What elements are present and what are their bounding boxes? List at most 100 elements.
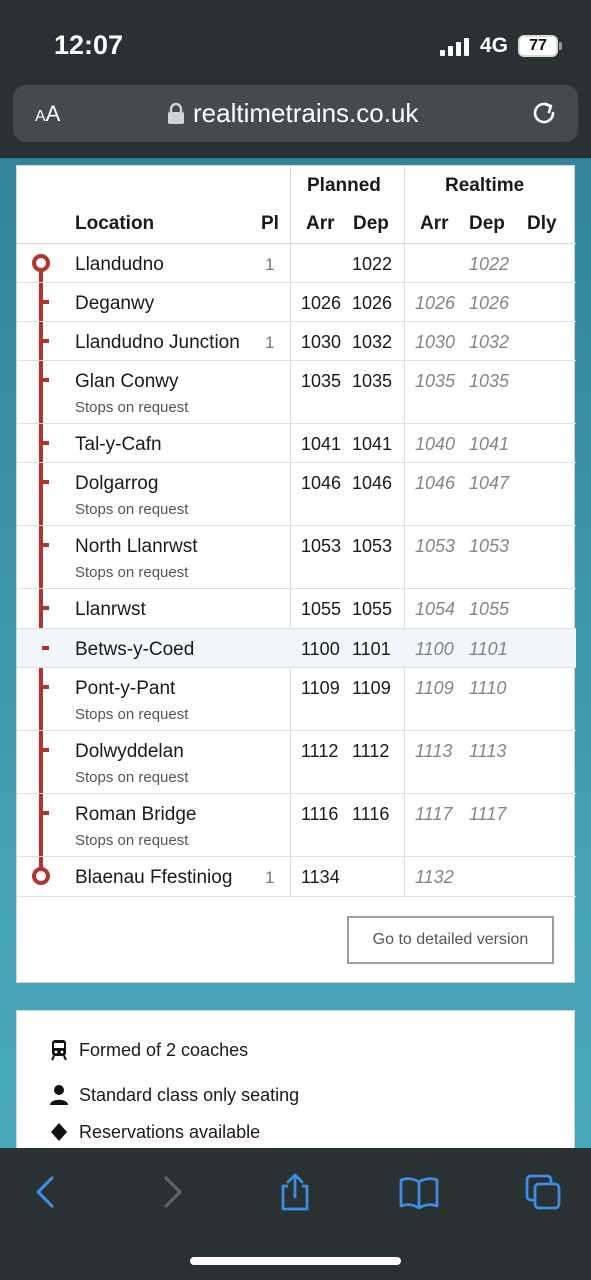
stop-row[interactable]: Deganwy 1026 1026 1026 1026 bbox=[17, 283, 576, 322]
diamond-icon bbox=[51, 1123, 67, 1141]
stop-name[interactable]: Dolgarrog bbox=[75, 473, 158, 495]
realtime-departure: 1053 bbox=[469, 536, 510, 556]
service-info-card: Formed of 2 coaches Standard class only … bbox=[16, 1010, 575, 1150]
stop-tick bbox=[42, 300, 49, 304]
network-label: 4G bbox=[480, 34, 509, 57]
stop-name[interactable]: Glan Conwy bbox=[75, 371, 179, 393]
planned-departure: 1026 bbox=[352, 293, 393, 313]
stop-name[interactable]: Pont-y-Pant bbox=[75, 678, 175, 700]
stop-note: Stops on request bbox=[75, 564, 189, 581]
stop-row[interactable]: Tal-y-Cafn 1041 1041 1040 1041 bbox=[17, 424, 576, 463]
planned-arrival: 1112 bbox=[301, 741, 339, 761]
realtime-arrival: 1054 bbox=[415, 599, 456, 619]
stop-name[interactable]: Llandudno Junction bbox=[75, 332, 240, 354]
planned-arrival: 1030 bbox=[301, 332, 342, 352]
reservations-text: Reservations available bbox=[79, 1121, 261, 1142]
realtime-departure: 1035 bbox=[469, 371, 510, 391]
destination-marker bbox=[32, 867, 50, 885]
col-realtime-arr: Arr bbox=[420, 213, 449, 234]
stop-name[interactable]: Roman Bridge bbox=[75, 804, 196, 826]
realtime-arrival: 1132 bbox=[415, 867, 454, 887]
signal-icon bbox=[440, 38, 472, 56]
planned-arrival: 1035 bbox=[301, 371, 342, 391]
planned-departure: 1112 bbox=[352, 741, 390, 761]
stop-name[interactable]: North Llanrwst bbox=[75, 536, 198, 558]
stop-name[interactable]: Tal-y-Cafn bbox=[75, 434, 162, 456]
realtime-arrival: 1026 bbox=[415, 293, 456, 313]
col-planned-arr: Arr bbox=[306, 213, 335, 234]
stop-row[interactable]: North Llanrwst Stops on request 1053 105… bbox=[17, 526, 576, 589]
col-location: Location bbox=[75, 213, 155, 234]
stop-note: Stops on request bbox=[75, 769, 189, 786]
stop-row[interactable]: Llanrwst 1055 1055 1054 1055 bbox=[17, 589, 576, 629]
realtime-arrival: 1117 bbox=[415, 804, 453, 824]
reload-icon[interactable] bbox=[529, 98, 559, 128]
top-chrome: 12:07 4G 77 AA realtimetrains.co.uk bbox=[0, 0, 591, 158]
detailed-version-button[interactable]: Go to detailed version bbox=[347, 916, 554, 964]
stop-tick bbox=[42, 543, 49, 547]
stop-row[interactable]: Dolwyddelan Stops on request 1112 1112 1… bbox=[17, 731, 576, 794]
planned-arrival: 1134 bbox=[301, 867, 340, 887]
stop-name[interactable]: Deganwy bbox=[75, 293, 154, 315]
realtime-departure: 1022 bbox=[469, 254, 510, 274]
realtime-departure: 1032 bbox=[469, 332, 510, 352]
stop-row[interactable]: Llandudno Junction 1 1030 1032 1030 1032 bbox=[17, 322, 576, 361]
col-delay: Dly bbox=[527, 213, 557, 234]
bookmarks-icon[interactable] bbox=[399, 1172, 439, 1212]
stop-row[interactable]: Dolgarrog Stops on request 1046 1046 104… bbox=[17, 463, 576, 526]
stop-tick bbox=[42, 748, 49, 752]
battery-icon: 77 bbox=[518, 35, 558, 57]
planned-arrival: 1055 bbox=[301, 599, 342, 619]
stop-tick bbox=[42, 811, 49, 815]
tabs-icon[interactable] bbox=[523, 1172, 563, 1212]
planned-arrival: 1053 bbox=[301, 536, 342, 556]
realtime-header: Realtime bbox=[445, 175, 525, 196]
text-size-button[interactable]: AA bbox=[35, 101, 60, 127]
coaches-info: Formed of 2 coaches bbox=[49, 1039, 248, 1061]
realtime-departure: 1117 bbox=[469, 804, 507, 824]
stop-row[interactable]: Glan Conwy Stops on request 1035 1035 10… bbox=[17, 361, 576, 424]
forward-icon[interactable] bbox=[152, 1172, 192, 1212]
stop-row[interactable]: Blaenau Ffestiniog 1 1134 1132 bbox=[17, 857, 576, 897]
planned-departure: 1041 bbox=[352, 434, 393, 454]
stop-name[interactable]: Llanrwst bbox=[75, 599, 146, 621]
stop-row-highlighted[interactable]: Betws-y-Coed 1100 1101 1100 1101 bbox=[17, 629, 576, 668]
planned-departure: 1053 bbox=[352, 536, 393, 556]
battery-tip bbox=[559, 42, 562, 50]
realtime-departure: 1110 bbox=[469, 678, 507, 698]
share-icon[interactable] bbox=[275, 1172, 315, 1212]
stop-platform: 1 bbox=[265, 868, 275, 887]
stop-row[interactable]: Roman Bridge Stops on request 1116 1116 … bbox=[17, 794, 576, 857]
col-realtime-dep: Dep bbox=[469, 213, 505, 234]
stop-platform: 1 bbox=[265, 255, 275, 274]
planned-arrival: 1116 bbox=[301, 804, 339, 824]
planned-header: Planned bbox=[307, 175, 381, 196]
planned-arrival: 1041 bbox=[301, 434, 342, 454]
col-planned-dep: Dep bbox=[353, 213, 389, 234]
stop-name[interactable]: Llandudno bbox=[75, 254, 164, 276]
stop-name[interactable]: Blaenau Ffestiniog bbox=[75, 867, 232, 889]
back-icon[interactable] bbox=[26, 1172, 66, 1212]
url-text[interactable]: realtimetrains.co.uk bbox=[193, 98, 418, 129]
stop-row[interactable]: Pont-y-Pant Stops on request 1109 1109 1… bbox=[17, 668, 576, 731]
status-time: 12:07 bbox=[54, 30, 124, 60]
stop-name[interactable]: Dolwyddelan bbox=[75, 741, 184, 763]
realtime-departure: 1055 bbox=[469, 599, 510, 619]
planned-departure: 1022 bbox=[352, 254, 393, 274]
stop-tick bbox=[42, 606, 49, 610]
stop-name[interactable]: Betws-y-Coed bbox=[75, 639, 194, 661]
train-icon bbox=[51, 1040, 67, 1061]
realtime-departure: 1026 bbox=[469, 293, 510, 313]
realtime-arrival: 1030 bbox=[415, 332, 456, 352]
planned-departure: 1116 bbox=[352, 804, 390, 824]
stop-note: Stops on request bbox=[75, 832, 189, 849]
planned-arrival: 1026 bbox=[301, 293, 342, 313]
header-groups: Planned Realtime bbox=[17, 166, 576, 204]
realtime-departure: 1113 bbox=[469, 741, 507, 761]
stop-tick bbox=[42, 646, 49, 650]
address-bar[interactable]: AA realtimetrains.co.uk bbox=[13, 85, 578, 142]
planned-departure: 1046 bbox=[352, 473, 393, 493]
origin-marker bbox=[32, 254, 50, 272]
stop-row[interactable]: Llandudno 1 1022 1022 bbox=[17, 244, 576, 283]
home-indicator[interactable] bbox=[190, 1257, 401, 1265]
